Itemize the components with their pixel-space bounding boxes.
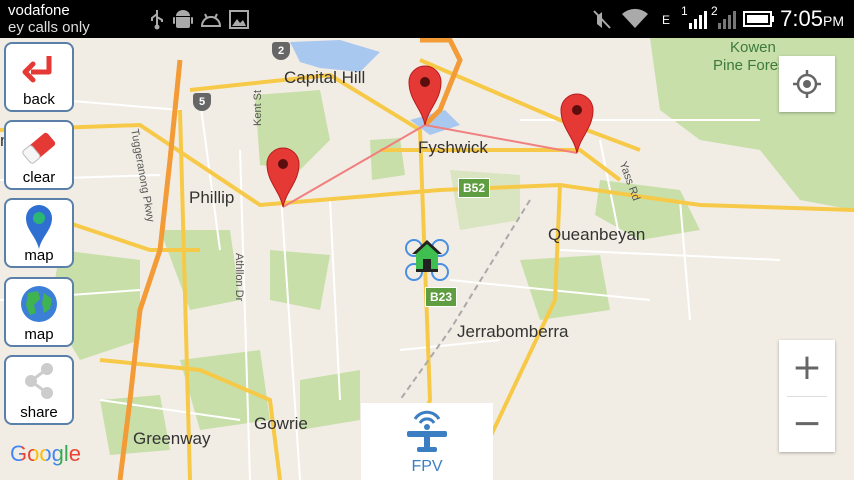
label-athllon-dr: Athllon Dr xyxy=(233,253,245,302)
label-gowrie: Gowrie xyxy=(254,414,308,433)
map-pin-icon xyxy=(26,205,52,249)
share-label: share xyxy=(20,404,58,421)
eraser-icon xyxy=(22,132,56,164)
waypoint-marker-2[interactable] xyxy=(408,64,442,126)
label-greenway: Greenway xyxy=(133,429,211,448)
label-queanbeyan: Queanbeyan xyxy=(548,225,646,244)
shield-route-2: 2 xyxy=(272,42,290,60)
share-icon xyxy=(25,363,53,399)
back-arrow-icon xyxy=(22,56,52,83)
google-logo: Google xyxy=(10,441,81,466)
back-button[interactable]: back xyxy=(4,42,74,112)
waypoint-marker-3[interactable] xyxy=(560,92,594,154)
battery-icon xyxy=(743,11,774,27)
label-jerrabomberra: Jerrabomberra xyxy=(457,322,569,341)
shield-route-5: 5 xyxy=(193,93,211,111)
label-capital-hill: Capital Hill xyxy=(284,68,366,87)
zoom-controls: + − xyxy=(779,340,835,452)
signal-icon-2 xyxy=(718,11,736,29)
my-location-button[interactable] xyxy=(779,56,835,112)
zoom-in-button[interactable]: + xyxy=(779,340,835,396)
label-phillip: Phillip xyxy=(189,188,235,207)
zoom-out-button[interactable]: − xyxy=(779,396,835,452)
fpv-label: FPV xyxy=(411,458,443,475)
shield-b23: B23 xyxy=(425,287,458,307)
globe-icon xyxy=(21,286,57,322)
shield-b52: B52 xyxy=(458,178,491,198)
signal-icon xyxy=(689,11,707,29)
label-kent-st: Kent St xyxy=(252,89,264,126)
android-icon xyxy=(173,10,193,28)
fpv-button[interactable]: FPV xyxy=(361,403,493,480)
carrier-status: ey calls only xyxy=(8,19,90,36)
clock: 7:05PM xyxy=(780,6,844,31)
sim1-label: 1 xyxy=(681,4,688,18)
image-icon xyxy=(229,10,249,29)
usb-icon xyxy=(151,10,163,30)
map-globe-label: map xyxy=(24,326,54,343)
waypoint-marker-1[interactable] xyxy=(266,146,300,208)
carrier-name: vodafone xyxy=(8,2,70,19)
mute-icon xyxy=(593,10,611,29)
label-fyshwick: Fyshwick xyxy=(418,138,488,157)
map-globe-button[interactable]: map xyxy=(4,277,74,347)
map-pin-label: map xyxy=(24,247,54,264)
google-attribution: Google xyxy=(10,441,81,467)
crosshair-icon xyxy=(793,70,821,98)
share-button[interactable]: share xyxy=(4,355,74,425)
back-label: back xyxy=(23,91,55,108)
network-type: E xyxy=(662,13,671,27)
clear-label: clear xyxy=(22,169,56,186)
status-bar: vodafone ey calls only E 1 2 7:05PM xyxy=(0,0,854,38)
android-debug-icon xyxy=(200,13,222,27)
clear-button[interactable]: clear xyxy=(4,120,74,190)
drone-home-icon[interactable] xyxy=(402,236,452,284)
wifi-icon xyxy=(622,8,648,28)
map-pin-button[interactable]: map xyxy=(4,198,74,268)
drone-antenna-icon xyxy=(407,410,447,452)
label-kowen: Kowen xyxy=(730,39,776,56)
